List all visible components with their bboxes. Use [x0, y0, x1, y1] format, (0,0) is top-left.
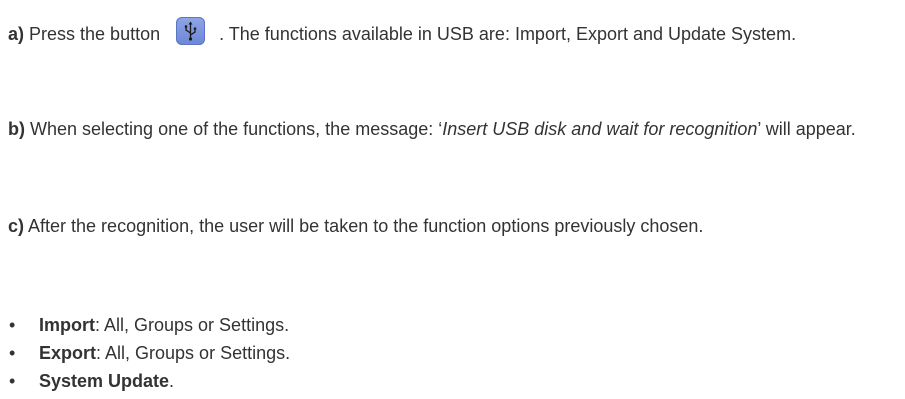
paragraph-b: b) When selecting one of the functions, …: [8, 114, 894, 144]
paragraph-b-text-after: ’ will appear.: [757, 119, 856, 139]
list-item-title: System Update: [39, 371, 170, 391]
list-item-text: : All, Groups or Settings.: [96, 343, 291, 363]
paragraph-a: a) Press the button . The functions avai…: [8, 17, 894, 49]
paragraph-b-marker: b): [8, 119, 25, 139]
paragraph-c: c) After the recognition, the user will …: [8, 211, 894, 241]
list-item-text: .: [169, 371, 175, 391]
usb-button: [176, 17, 206, 45]
list-item-title: Import: [39, 315, 95, 335]
paragraph-b-text-before: When selecting one of the functions, the…: [25, 119, 443, 139]
paragraph-a-marker: a): [8, 24, 25, 44]
bullet: •: [9, 371, 16, 391]
paragraph-c-text: After the recognition, the user will be …: [24, 216, 704, 236]
usb-icon: [184, 21, 197, 41]
list-item-text: : All, Groups or Settings.: [95, 315, 290, 335]
paragraph-a-text-before: Press the button: [24, 24, 161, 44]
list-item: • Export: All, Groups or Settings.: [8, 339, 290, 367]
function-list: • Import: All, Groups or Settings. • Exp…: [8, 311, 290, 395]
paragraph-c-marker: c): [8, 216, 25, 236]
paragraph-a-text-after: . The functions available in USB are: Im…: [219, 24, 797, 44]
usb-message: Insert USB disk and wait for recognition: [442, 119, 758, 139]
bullet: •: [9, 315, 16, 335]
bullet: •: [9, 343, 16, 363]
list-item: • System Update.: [8, 367, 290, 395]
list-item-title: Export: [39, 343, 97, 363]
list-item: • Import: All, Groups or Settings.: [8, 311, 290, 339]
